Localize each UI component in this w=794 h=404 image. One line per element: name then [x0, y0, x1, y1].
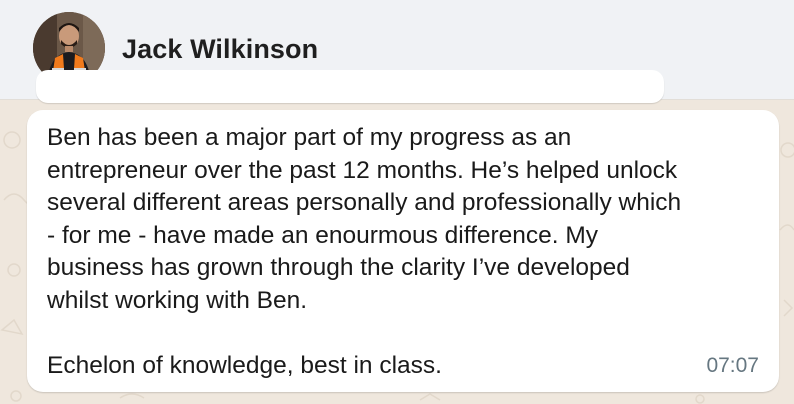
message-timestamp: 07:07 — [706, 354, 759, 377]
previous-message-bubble — [36, 70, 664, 103]
message-text: Ben has been a major part of my progress… — [47, 124, 682, 379]
contact-name[interactable]: Jack Wilkinson — [122, 34, 318, 65]
message-bubble[interactable]: Ben has been a major part of my progress… — [27, 110, 779, 392]
